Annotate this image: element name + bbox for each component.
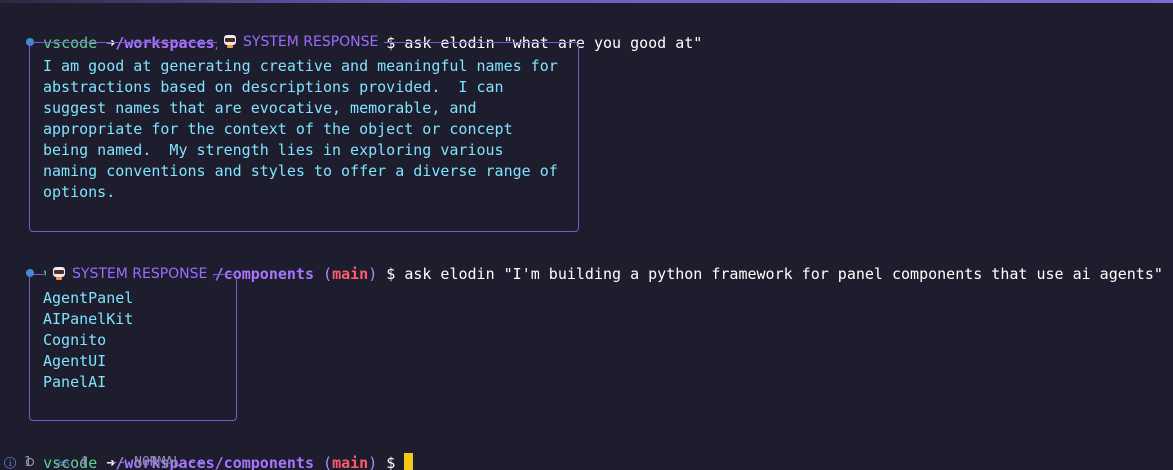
command-line-1: vscode ➜/workspaces/components (main) $ … — [8, 12, 702, 52]
branch-close-paren: ) — [368, 454, 378, 470]
panel-title: SYSTEM RESPONSE — [46, 264, 214, 284]
response-line: I am good at generating creative and mea… — [43, 57, 558, 75]
response-line: AIPanelKit — [43, 310, 134, 328]
branch-open-paren: ( — [323, 454, 333, 470]
terminal-cursor[interactable] — [404, 453, 414, 470]
response-line: abstractions based on descriptions provi… — [43, 78, 504, 96]
system-response-panel-2: SYSTEM RESPONSE AgentPanel AIPanelKit Cogn… — [29, 264, 237, 421]
response-line: appropriate for the context of the objec… — [43, 120, 513, 138]
prompt-branch: main — [332, 265, 369, 283]
system-response-panel-1: SYSTEM RESPONSE I am good at generating … — [29, 32, 579, 232]
robot-icon — [52, 266, 66, 280]
robot-icon — [223, 34, 237, 48]
panel-title: SYSTEM RESPONSE — [217, 32, 385, 52]
agent-count: 4 — [79, 455, 88, 470]
response-line: Cognito — [43, 331, 107, 349]
response-line: PanelAI — [43, 373, 107, 391]
response-body: AgentPanel AIPanelKit Cognito AgentUI PanelA… — [43, 288, 133, 393]
branch-close-paren: ) — [368, 265, 378, 283]
response-line: AgentPanel — [43, 289, 134, 307]
terminal-top-border — [0, 0, 1173, 3]
current-prompt-line[interactable]: vscode ➜/workspaces/components (main) $ — [8, 432, 414, 470]
response-line: being named. My strength lies in explori… — [43, 141, 504, 159]
command-text: ask elodin "I'm building a python framew… — [404, 265, 1163, 283]
response-line: AgentUI — [43, 352, 107, 370]
command-line-2: vscode ➜/workspaces/components (main) $ … — [8, 243, 1163, 283]
panel-title-text: SYSTEM RESPONSE — [72, 266, 208, 282]
broadcast-icon[interactable]: ᨏ — [55, 455, 71, 470]
info-count: 1 — [23, 455, 32, 470]
response-line: options. — [43, 183, 116, 201]
prompt-symbol: $ — [386, 454, 396, 470]
panel-title-text: SYSTEM RESPONSE — [243, 34, 379, 50]
info-circle-icon[interactable]: ⓘ — [4, 455, 16, 470]
response-line: naming conventions and styles to offer a… — [43, 162, 558, 180]
response-line: suggest names that are evocative, memora… — [43, 99, 477, 117]
branch-open-paren: ( — [323, 265, 333, 283]
vim-mode: -- NORMAL -- — [110, 455, 205, 470]
prompt-symbol: $ — [386, 265, 396, 283]
prompt-branch: main — [332, 454, 369, 470]
response-body: I am good at generating creative and mea… — [43, 56, 558, 203]
status-bar: ⓘ 1 ᨏ 4 -- NORMAL -- — [4, 456, 205, 470]
